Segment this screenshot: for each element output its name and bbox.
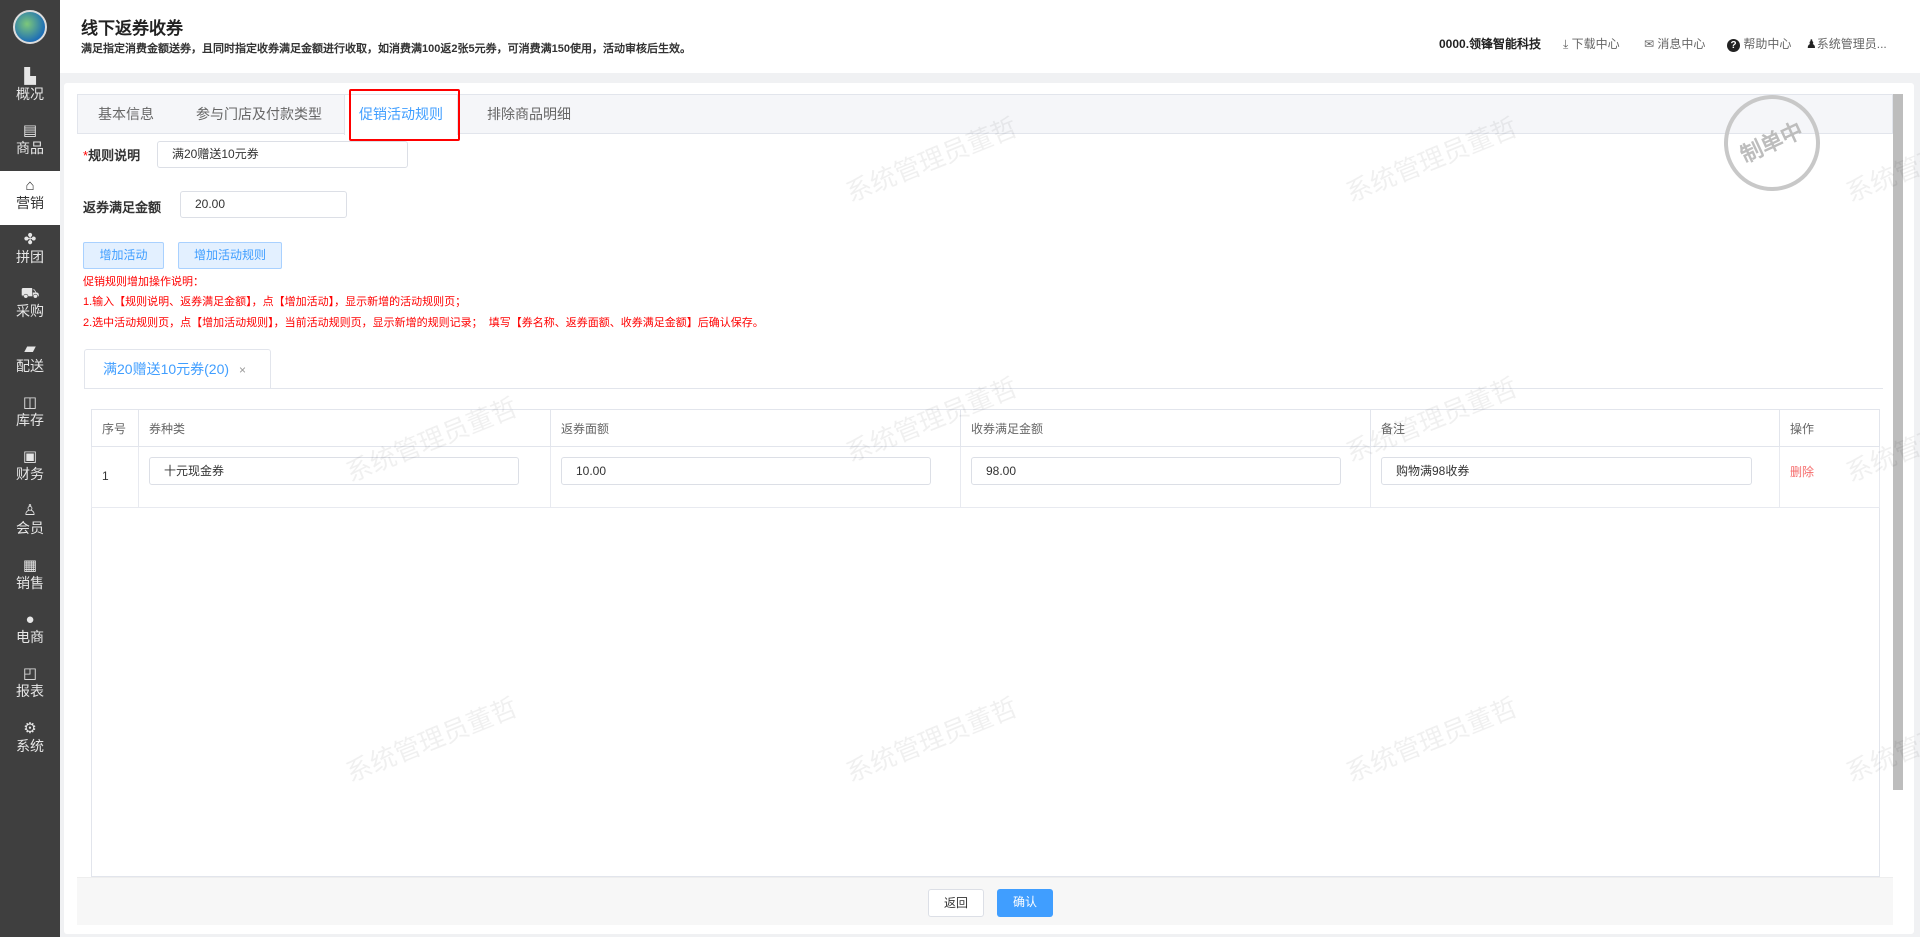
sidebar-item-6[interactable]: ◫ 库存 — [0, 388, 60, 442]
row-index: 1 — [91, 446, 139, 508]
rule-tab[interactable]: 满20赠送10元券(20) × — [84, 349, 271, 389]
add-activity-button[interactable]: 增加活动 — [83, 242, 164, 269]
sidebar-item-label: 电商 — [16, 629, 44, 645]
amount-label: 返券满足金额 — [83, 200, 162, 215]
logo — [13, 10, 47, 44]
col-action: 操作 — [1779, 409, 1880, 447]
sidebar-item-7[interactable]: ▣ 财务 — [0, 442, 60, 496]
face-value-input[interactable]: 10.00 — [561, 457, 931, 485]
page-subtitle: 满足指定消费金额送券，且同时指定收券满足金额进行收取，如消费满100返2张5元券… — [81, 43, 691, 55]
download-center-link[interactable]: ⤓ 下载中心 — [1563, 35, 1620, 52]
confirm-button[interactable]: 确认 — [997, 889, 1053, 917]
user-menu[interactable]: ♟系统管理员... — [1806, 35, 1887, 52]
person-icon: ● — [25, 611, 35, 628]
sidebar-item-label: 库存 — [16, 411, 44, 428]
sidebar-item-10[interactable]: ● 电商 — [0, 605, 60, 659]
col-index: 序号 — [91, 409, 139, 447]
message-center-link[interactable]: ✉ 消息中心 — [1644, 35, 1705, 52]
delete-link[interactable]: 删除 — [1779, 446, 1880, 508]
footer-bar: 返回 确认 — [77, 877, 1893, 925]
sidebar-item-8[interactable]: ♙ 会员 — [0, 496, 60, 550]
coupon-type-input[interactable]: 十元现金券 — [149, 457, 519, 485]
col-min: 收券满足金额 — [960, 409, 1371, 447]
clover-icon: ✤ — [23, 230, 37, 248]
sidebar-item-label: 系统 — [16, 737, 44, 754]
chart-board-icon: ◰ — [22, 665, 38, 683]
instructions-title: 促销规则增加操作说明： — [83, 276, 204, 288]
finance-icon: ▣ — [22, 448, 38, 466]
sidebar-item-label: 拼团 — [16, 248, 44, 265]
tab-stores-payment[interactable]: 参与门店及付款类型 — [196, 95, 322, 134]
close-icon[interactable]: × — [239, 363, 246, 377]
sidebar-item-0[interactable]: ▙ 概况 — [0, 62, 60, 116]
sidebar-item-3[interactable]: ✤ 拼团 — [0, 225, 60, 279]
sidebar-item-12[interactable]: ⚙ 系统 — [0, 714, 60, 768]
sidebar-item-label: 配送 — [16, 357, 44, 374]
sidebar: ▙ 概况 ▤ 商品 ⌂ 营销 ✤ 拼团 ⛟ 采购 ▰ 配送 ◫ 库存 ▣ 财务 ♙ 会员 ▦ 销售 ● 电商 ◰ 报表 ⚙ 系统 — [0, 0, 60, 937]
gear-icon: ⚙ — [23, 719, 37, 737]
tag-icon: ⌂ — [25, 176, 35, 194]
user-icon: ♙ — [23, 502, 37, 520]
sidebar-item-label: 概况 — [16, 86, 44, 102]
sidebar-item-5[interactable]: ▰ 配送 — [0, 334, 60, 388]
amount-input[interactable]: 20.00 — [180, 191, 347, 218]
sidebar-item-label: 销售 — [16, 574, 44, 591]
rules-table: 序号 券种类 返券面额 收券满足金额 备注 操作 1 十元现金券 10.00 9… — [91, 409, 1880, 508]
company-name: 0000.领锋智能科技 — [1439, 37, 1542, 51]
table-row: 1 十元现金券 10.00 98.00 购物满98收券 删除 — [91, 446, 1880, 508]
instruction-2: 2.选中活动规则页，点【增加活动规则】，当前活动规则页，显示新增的规则记录； 填… — [83, 317, 764, 329]
sidebar-item-9[interactable]: ▦ 销售 — [0, 551, 60, 605]
sidebar-item-label: 财务 — [16, 466, 44, 483]
sidebar-item-label: 营销 — [16, 194, 44, 211]
sidebar-item-1[interactable]: ▤ 商品 — [0, 116, 60, 170]
register-icon: ▦ — [22, 556, 38, 574]
user-icon: ♟ — [1806, 37, 1817, 51]
col-face: 返券面额 — [550, 409, 961, 447]
scrollbar[interactable] — [1893, 94, 1903, 790]
sidebar-item-label: 采购 — [16, 303, 44, 320]
rule-label: *规则说明 — [83, 148, 141, 163]
highlight-box — [349, 89, 460, 141]
divider — [84, 388, 1883, 389]
truck-icon: ▰ — [24, 339, 36, 357]
note-input[interactable]: 购物满98收券 — [1381, 457, 1752, 485]
mail-icon: ✉ — [1644, 37, 1658, 51]
help-center-link[interactable]: ? 帮助中心 — [1727, 35, 1791, 52]
cart-icon: ⛟ — [20, 285, 40, 303]
main-card: 基本信息 参与门店及付款类型 促销活动规则 排除商品明细 制单中 *规则说明 满… — [64, 79, 1914, 934]
add-rule-button[interactable]: 增加活动规则 — [178, 242, 282, 269]
page-title: 线下返券收券 — [81, 19, 183, 38]
col-note: 备注 — [1370, 409, 1780, 447]
col-type: 券种类 — [138, 409, 551, 447]
tab-basic-info[interactable]: 基本信息 — [98, 95, 154, 134]
building-icon: ▙ — [24, 68, 36, 85]
document-icon: ▤ — [22, 122, 38, 140]
sidebar-item-label: 商品 — [16, 140, 44, 157]
sidebar-item-4[interactable]: ⛟ 采购 — [0, 279, 60, 333]
sidebar-item-11[interactable]: ◰ 报表 — [0, 659, 60, 713]
rule-input[interactable]: 满20赠送10元券 — [157, 141, 408, 168]
tab-excluded-products[interactable]: 排除商品明细 — [487, 95, 571, 134]
help-icon: ? — [1727, 39, 1740, 52]
min-amount-input[interactable]: 98.00 — [971, 457, 1341, 485]
sidebar-item-label: 报表 — [16, 683, 44, 700]
back-button[interactable]: 返回 — [928, 889, 984, 917]
sidebar-item-label: 会员 — [16, 520, 44, 537]
instruction-1: 1.输入【规则说明、返券满足金额】，点【增加活动】，显示新增的活动规则页； — [83, 296, 467, 308]
header: 线下返券收券 满足指定消费金额送券，且同时指定收券满足金额进行收取，如消费满10… — [60, 0, 1920, 73]
box-icon: ◫ — [22, 393, 38, 411]
sidebar-item-2[interactable]: ⌂ 营销 — [0, 170, 60, 225]
download-icon: ⤓ — [1563, 37, 1572, 51]
